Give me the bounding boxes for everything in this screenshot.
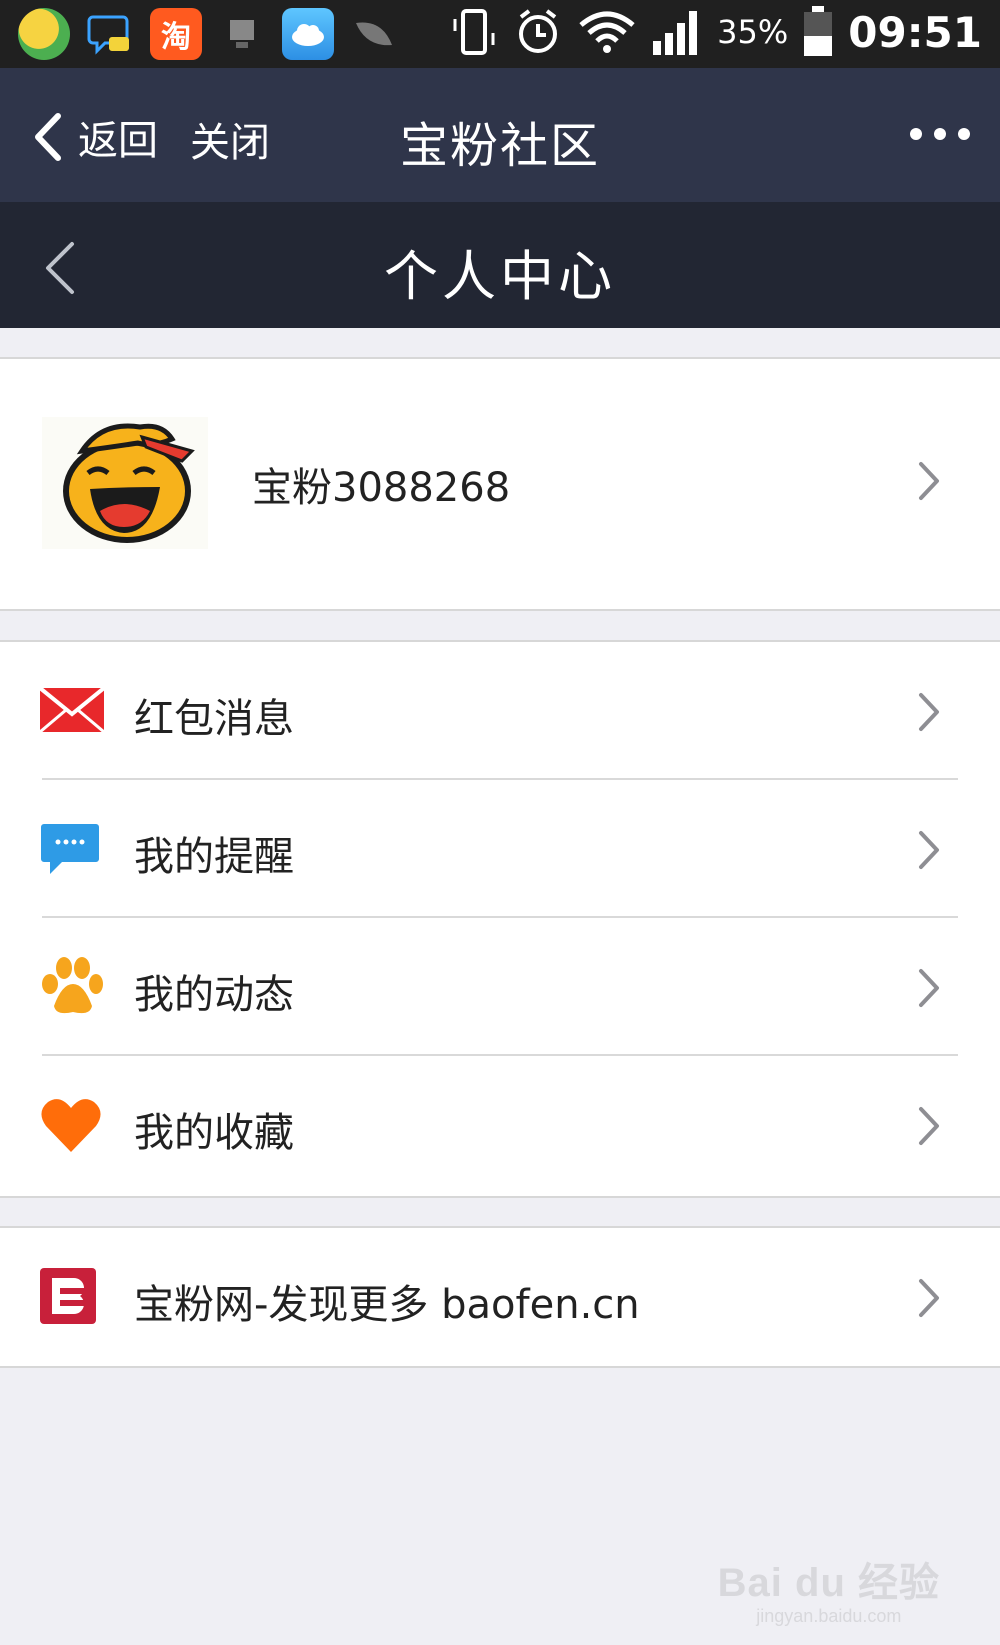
clock: 09:51 (848, 7, 982, 57)
chevron-right-icon (919, 969, 939, 1007)
more-dot-icon (910, 128, 922, 140)
page-title: 宝粉社区 (399, 118, 600, 174)
site-link-label: 宝粉网-发现更多 baofen.cn (134, 1282, 640, 1328)
chevron-right-icon (919, 831, 939, 869)
message-bubble-icon (41, 824, 99, 874)
section-title: 个人中心 (384, 245, 616, 308)
more-options-button[interactable] (910, 128, 970, 140)
status-bar: 淘 35% 09:51 (0, 0, 1000, 68)
wifi-icon (579, 11, 635, 53)
chat-bubble-icon (84, 8, 136, 60)
watermark-main: Bai du 经验 (717, 1561, 940, 1605)
list-item-favorites[interactable]: 我的收藏 (0, 1056, 1000, 1194)
battery-percent: 35% (717, 13, 789, 51)
taobao-icon: 淘 (150, 8, 202, 60)
heart-icon (41, 1099, 101, 1152)
list-item-label: 红包消息 (134, 696, 294, 742)
paw-icon (42, 957, 103, 1014)
browser-nav-bar: 返回 关闭 宝粉社区 (0, 68, 1000, 202)
device-icon (216, 8, 268, 60)
more-dot-icon (934, 128, 946, 140)
list-item-label: 我的提醒 (134, 834, 294, 880)
signal-icon (653, 11, 698, 55)
watermark-sub: jingyan.baidu.com (756, 1606, 902, 1626)
app-360-icon (18, 8, 70, 60)
list-item-reminders[interactable]: 我的提醒 (0, 780, 1000, 918)
username: 宝粉3088268 (252, 465, 511, 511)
baidu-watermark: Bai du 经验 jingyan.baidu.com (718, 1550, 940, 1627)
chevron-right-icon (919, 462, 939, 500)
list-item-activity[interactable]: 我的动态 (0, 918, 1000, 1056)
list-item-label: 我的收藏 (134, 1110, 294, 1156)
baofen-logo-icon (40, 1268, 96, 1324)
profile-row[interactable]: 宝粉3088268 (0, 357, 1000, 611)
site-link-row[interactable]: 宝粉网-发现更多 baofen.cn (0, 1226, 1000, 1368)
envelope-icon (40, 688, 104, 732)
chevron-right-icon (919, 693, 939, 731)
status-right: 35% 09:51 (449, 6, 982, 58)
menu-list: 红包消息 我的提醒 我的动态 我的收藏 (0, 640, 1000, 1198)
list-item-label: 我的动态 (134, 972, 294, 1018)
notification-icons: 淘 (18, 8, 400, 60)
cloud-icon (282, 8, 334, 60)
vibrate-icon (453, 9, 495, 55)
leaf-icon (348, 8, 400, 60)
sub-header: 个人中心 (0, 202, 1000, 328)
chevron-right-icon (919, 1107, 939, 1145)
chevron-right-icon (919, 1279, 939, 1317)
alarm-icon (519, 9, 558, 53)
avatar (42, 417, 208, 549)
battery-icon (804, 6, 833, 56)
more-dot-icon (958, 128, 970, 140)
list-item-red-envelope[interactable]: 红包消息 (0, 642, 1000, 780)
